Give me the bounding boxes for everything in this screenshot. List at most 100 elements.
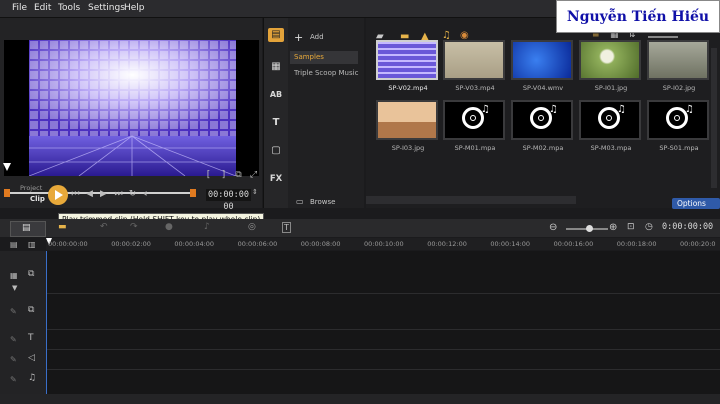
zoom-slider[interactable] <box>566 225 608 232</box>
title-icon[interactable]: T <box>268 116 284 130</box>
step-back-icon[interactable]: ◀ <box>84 189 95 200</box>
volume-icon[interactable]: 🔈︎ <box>141 189 152 200</box>
library-item[interactable]: ♫ SP-M03.mpa <box>577 100 641 160</box>
music-track-icon[interactable]: ♫ <box>28 373 36 383</box>
add-folder-icon[interactable]: + <box>294 31 303 44</box>
browse-icon[interactable]: ▭ <box>296 197 304 206</box>
ruler-tick-label: 00:00:16:00 <box>553 240 594 248</box>
lock-icon[interactable]: ✎ <box>10 335 17 344</box>
skip-start-icon[interactable]: ⏮ <box>70 189 81 200</box>
video-track-icon-2[interactable]: ⧉ <box>28 269 34 279</box>
add-folder-label[interactable]: Add <box>310 33 324 41</box>
lock-icon[interactable]: ✎ <box>10 355 17 364</box>
record-icon[interactable]: ● <box>165 222 173 232</box>
repeat-icon[interactable]: ↻ <box>127 189 138 200</box>
lock-icon[interactable]: ✎ <box>10 307 17 316</box>
library-folder-pane: + Add Samples Triple Scoop Music ▭ Brows… <box>288 18 364 208</box>
library-item-label: SP-M02.mpa <box>522 144 564 152</box>
library-item[interactable]: SP-V04.wmv <box>509 40 573 100</box>
split-clip-icon[interactable]: ⧉ <box>233 170 244 181</box>
library-item-label: SP-V04.wmv <box>522 84 564 92</box>
folder-item-samples[interactable]: Samples <box>290 51 358 64</box>
filter-icon[interactable]: FX <box>268 172 284 186</box>
track-headers: ▤ ▥ ▦ ⧉ ▼ ✎ ⧉ ✎ T ✎ ◁ ✎ ♫ <box>0 240 46 394</box>
instant-project-icon[interactable]: ▦ <box>268 60 284 74</box>
preview-timecode[interactable]: 00:00:00 00 <box>206 189 251 212</box>
overlay-track-icon[interactable]: ⧉ <box>28 305 34 315</box>
ruler-tick-label: 00:00:08:00 <box>300 240 341 248</box>
library-item[interactable]: ♫ SP-M01.mpa <box>441 100 505 160</box>
lock-icon[interactable]: ✎ <box>10 375 17 384</box>
menu-edit[interactable]: Edit <box>34 3 51 13</box>
clip-mode-label[interactable]: Clip <box>30 195 45 203</box>
folder-item-triple-scoop[interactable]: Triple Scoop Music <box>294 69 358 77</box>
music-note-icon: ♫ <box>685 104 694 115</box>
library-item-label: SP-I01.jpg <box>594 84 628 92</box>
preview-panel: [ ] ⧉ ⤢ Project Clip ⏮ ◀ ▶ ⏭ ↻ 🔈︎ 00:00:… <box>0 18 262 212</box>
step-forward-icon[interactable]: ▶ <box>98 189 109 200</box>
title-track-icon[interactable]: T <box>28 333 34 343</box>
library-grid: ▰ ▬ ▲ ♫ ◉ ≡ ▦ ⇅ SP-V02.mp4 SP-V03.mp4 SP-V… <box>366 18 720 209</box>
timecode-stepper-icon[interactable]: ⇕ <box>252 188 258 196</box>
library-item-label: SP-I02.jpg <box>662 84 696 92</box>
ruler-tick-label: 00:00:04:00 <box>174 240 215 248</box>
storyboard-view-button[interactable]: ▤ <box>10 221 46 237</box>
ruler-tick-label: 00:00:02:00 <box>111 240 151 248</box>
undo-icon[interactable]: ↶ <box>100 222 108 232</box>
library-item-label: SP-S01.mpa <box>659 144 699 152</box>
folder-label: Samples <box>294 53 324 61</box>
audio-thumbnail: ♫ <box>647 100 709 140</box>
enlarge-icon[interactable]: ⤢ <box>248 170 259 181</box>
mixer-icon[interactable]: ♪ <box>204 222 210 232</box>
menu-file[interactable]: File <box>12 3 27 13</box>
track-divider <box>46 369 720 370</box>
timeline-ruler[interactable]: 00:00:00:00 00:00:02:00 00:00:04:00 00:00:0… <box>46 238 720 250</box>
zoom-out-icon[interactable]: ⊖ <box>549 222 557 233</box>
library-h-scrollbar[interactable] <box>366 196 576 204</box>
options-button[interactable]: Options <box>672 198 720 209</box>
title-track-icon[interactable]: T <box>282 222 291 233</box>
timeline-view-icon[interactable]: ▬ <box>58 222 67 232</box>
skip-end-icon[interactable]: ⏭ <box>113 189 124 200</box>
menu-help[interactable]: Help <box>124 3 145 13</box>
media-library-icon[interactable]: ▤ <box>268 28 284 42</box>
menu-settings[interactable]: Settings <box>88 3 125 13</box>
library-item[interactable]: SP-I02.jpg <box>645 40 709 100</box>
video-track-icon[interactable]: ▦ <box>10 271 18 280</box>
preview-screen <box>4 40 259 176</box>
library-scrollbar[interactable] <box>711 48 717 188</box>
fit-project-icon[interactable]: ⊡ <box>627 222 635 232</box>
zoom-slider-handle[interactable] <box>586 225 593 232</box>
film-icon: ▤ <box>22 223 31 233</box>
timeline-scrollbar[interactable] <box>0 394 720 404</box>
zoom-in-icon[interactable]: ⊕ <box>609 222 617 233</box>
trim-start-handle[interactable] <box>4 189 10 197</box>
library-item[interactable]: ♫ SP-S01.mpa <box>645 100 709 160</box>
browse-label[interactable]: Browse <box>310 198 336 206</box>
track-manager-icon[interactable]: ▤ <box>10 240 18 249</box>
redo-icon[interactable]: ↷ <box>130 222 138 232</box>
project-mode-label[interactable]: Project <box>20 184 42 192</box>
media-thumbnail <box>511 40 573 80</box>
library-item[interactable]: ♫ SP-M02.mpa <box>509 100 573 160</box>
track-divider <box>46 293 720 294</box>
library-item[interactable]: SP-I01.jpg <box>577 40 641 100</box>
timeline-timecode[interactable]: 0:00:00:00 <box>662 222 713 234</box>
timeline-tracks[interactable] <box>46 251 720 394</box>
library-item[interactable]: SP-V02.mp4 <box>374 40 438 100</box>
library-item[interactable]: SP-I03.jpg <box>374 100 438 160</box>
transition-icon[interactable]: AB <box>268 88 284 102</box>
voice-track-icon[interactable]: ◁ <box>28 353 35 363</box>
mark-in-icon[interactable]: [ <box>203 170 214 181</box>
play-button[interactable] <box>48 185 68 205</box>
auto-music-icon[interactable]: ◎ <box>248 222 256 232</box>
expand-track-icon[interactable]: ▼ <box>12 284 17 292</box>
graphic-icon[interactable]: ▢ <box>268 144 284 158</box>
trim-end-handle[interactable] <box>190 189 196 197</box>
thumbnail-size-slider[interactable] <box>648 36 678 38</box>
chapter-icon[interactable]: ▥ <box>28 240 36 249</box>
ruler-tick-label: 00:00:18:00 <box>616 240 657 248</box>
library-item[interactable]: SP-V03.mp4 <box>441 40 505 100</box>
mark-out-icon[interactable]: ] <box>218 170 229 181</box>
menu-tools[interactable]: Tools <box>58 3 80 13</box>
